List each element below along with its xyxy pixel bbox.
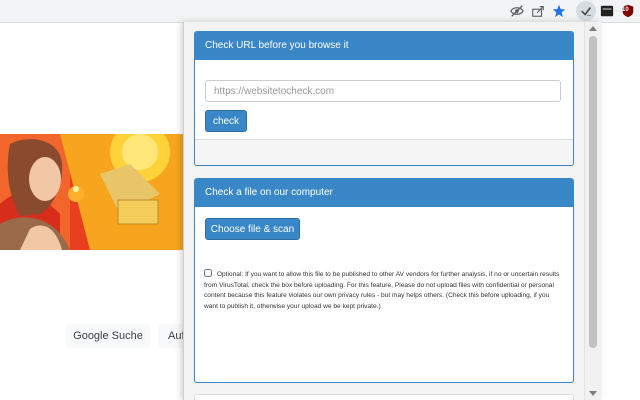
file-panel-title: Check a file on our computer: [195, 179, 573, 207]
dark-extension-icon[interactable]: [599, 3, 615, 19]
url-panel-footer: [195, 139, 573, 165]
next-panel-partial: [194, 394, 574, 400]
choose-file-scan-button[interactable]: Choose file & scan: [205, 218, 300, 240]
publish-option-text: Optional: If you want to allow this file…: [204, 271, 560, 310]
ublock-badge: 10: [622, 7, 629, 13]
bookmark-star-icon[interactable]: [551, 3, 567, 19]
google-search-button[interactable]: Google Suche: [66, 324, 150, 348]
eye-off-icon[interactable]: [509, 3, 525, 19]
virustotal-popup: Check URL before you browse it check Che…: [183, 22, 601, 400]
url-input[interactable]: [205, 80, 561, 102]
browser-toolbar: 10: [0, 0, 640, 23]
share-icon[interactable]: [530, 3, 546, 19]
url-panel-title: Check URL before you browse it: [195, 32, 573, 60]
check-button[interactable]: check: [205, 110, 247, 132]
publish-option: Optional: If you want to allow this file…: [204, 269, 560, 312]
google-doodle-image[interactable]: [0, 134, 183, 250]
scroll-down-arrow-icon[interactable]: [589, 391, 597, 396]
file-check-panel: Check a file on our computer Choose file…: [194, 178, 574, 383]
url-check-panel: Check URL before you browse it check: [194, 31, 574, 166]
popup-scrollbar[interactable]: [584, 22, 601, 400]
publish-checkbox[interactable]: [204, 269, 212, 277]
virustotal-extension-icon[interactable]: [576, 1, 596, 21]
ublock-extension-icon[interactable]: 10: [620, 3, 636, 19]
scroll-up-arrow-icon[interactable]: [589, 26, 597, 31]
scroll-thumb[interactable]: [589, 36, 597, 348]
